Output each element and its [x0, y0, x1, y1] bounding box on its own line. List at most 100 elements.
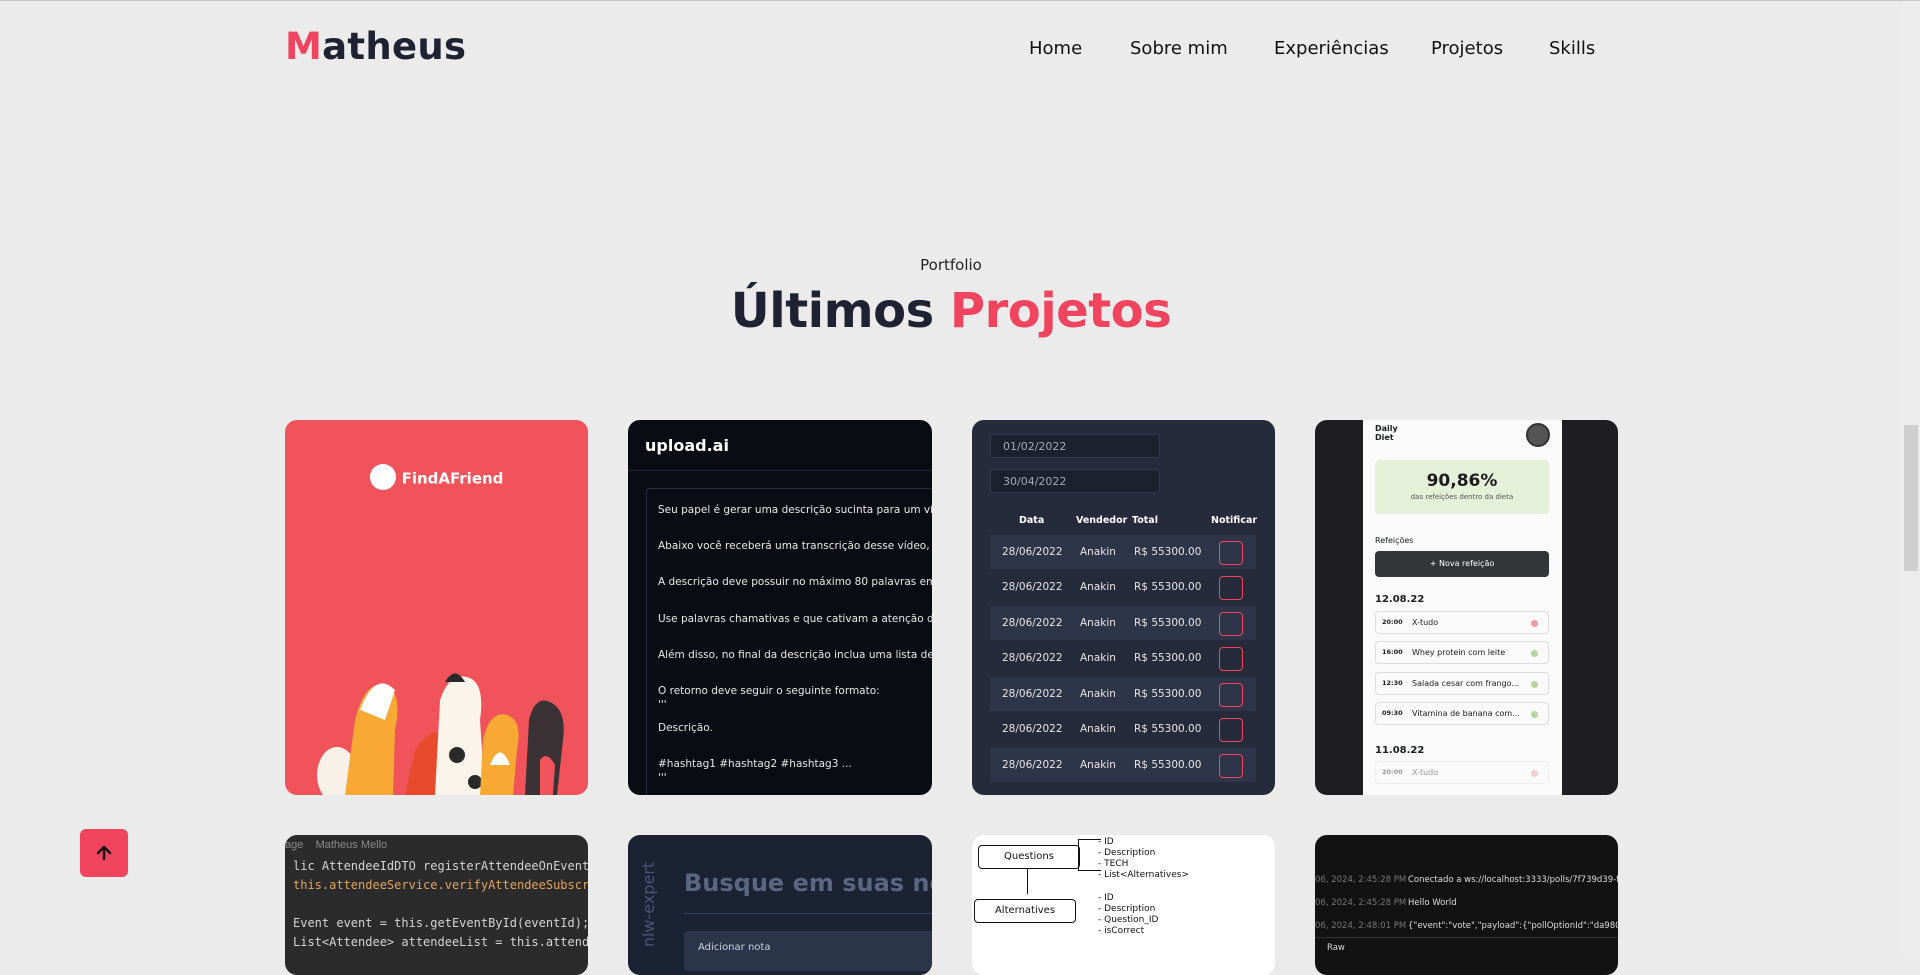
section-eyebrow: Portfolio [920, 256, 982, 274]
cell-date: 28/06/2022 [1002, 688, 1063, 700]
project-card-polls[interactable]: 06, 2024, 2:45:28 PM Conectado a ws://lo… [1315, 835, 1618, 975]
arrow-up-icon [96, 845, 112, 861]
project-card-diagram[interactable]: Questions Alternatives - ID - Descriptio… [972, 835, 1275, 975]
back-to-top-button[interactable] [80, 829, 128, 877]
cell-seller: Anakin [1080, 617, 1116, 629]
table-row: 28/06/2022 Anakin R$ 55300.00 [990, 748, 1256, 782]
notify-icon [1219, 718, 1243, 742]
nav-link-experiencias[interactable]: Experiências [1274, 38, 1389, 59]
logo-initial: M [285, 25, 323, 68]
project-card-passin[interactable]: age Matheus Mello lic AttendeeIdDTO regi… [285, 835, 588, 975]
scrollbar-thumb[interactable] [1904, 425, 1918, 571]
diagram-field: - List<Alternatives> [1098, 870, 1189, 880]
cell-date: 28/06/2022 [1002, 759, 1063, 771]
title-accent: Projetos [949, 283, 1172, 339]
cell-seller: Anakin [1080, 723, 1116, 735]
cell-seller: Anakin [1080, 581, 1116, 593]
table-row: 28/06/2022 Anakin R$ 55300.00 [990, 606, 1256, 640]
meal-name: X-tudo [1412, 768, 1439, 777]
dogs-illustration [317, 673, 564, 795]
prompt-line: O retorno deve seguir o seguinte formato… [658, 685, 880, 697]
status-dot [1531, 711, 1538, 718]
cell-seller: Anakin [1080, 652, 1116, 664]
site-header: Matheus Home Sobre mim Experiências Proj… [0, 1, 1900, 97]
diagram-box-questions: Questions [978, 845, 1080, 869]
diagram-field: - Description [1098, 848, 1156, 858]
table-row: 28/06/2022 Anakin R$ 55300.00 [990, 641, 1256, 675]
prompt-line: Abaixo você receberá uma transcrição des… [658, 540, 932, 552]
log-message: Hello World [1408, 898, 1457, 908]
log-time: 06, 2024, 2:45:28 PM [1315, 875, 1407, 885]
main-nav: Home Sobre mim Experiências Projetos Ski… [1000, 38, 1600, 62]
table-row: 28/06/2022 Anakin R$ 55300.00 [990, 677, 1256, 711]
uploadai-header: upload.ai [628, 420, 932, 471]
cell-date: 28/06/2022 [1002, 652, 1063, 664]
cell-date: 28/06/2022 [1002, 581, 1063, 593]
page-scrollbar[interactable] [1902, 1, 1920, 957]
status-dot [1531, 681, 1538, 688]
table-row: 28/06/2022 Anakin R$ 55300.00 [990, 535, 1256, 569]
uploadai-title: upload.ai [645, 436, 729, 455]
cell-total: R$ 55300.00 [1134, 652, 1202, 664]
meal-item: 16:00 Whey protein com leite [1375, 641, 1549, 664]
site-logo[interactable]: Matheus [285, 25, 466, 68]
status-dot [1531, 650, 1538, 657]
code-tab-label: age [285, 839, 304, 851]
cell-total: R$ 55300.00 [1134, 546, 1202, 558]
meals-label: Refeições [1375, 536, 1414, 545]
dailydiet-logo: Daily Diet [1375, 424, 1398, 442]
diagram-field: - ID [1098, 893, 1114, 903]
title-main: Últimos [730, 283, 934, 339]
prompt-line: Além disso, no final da descrição inclua… [658, 649, 932, 661]
notify-icon [1219, 541, 1243, 565]
meal-time: 20:00 [1382, 768, 1403, 776]
nav-link-projetos[interactable]: Projetos [1431, 38, 1503, 59]
status-dot [1531, 620, 1538, 627]
nav-link-home[interactable]: Home [1029, 38, 1082, 59]
date-start-field: 01/02/2022 [990, 434, 1160, 458]
notify-icon [1219, 647, 1243, 671]
nav-link-sobre-mim[interactable]: Sobre mim [1130, 38, 1228, 59]
meal-item: 09:30 Vitamina de banana com... [1375, 702, 1549, 725]
col-header-vendedor: Vendedor [1076, 515, 1128, 526]
table-row: 28/06/2022 Anakin R$ 55300.00 [990, 712, 1256, 746]
app-name-line1: Daily [1375, 424, 1398, 433]
nav-link-skills[interactable]: Skills [1549, 38, 1595, 59]
code-line: List<Attendee> attendeeList = this.atten… [293, 935, 588, 949]
code-line: lic AttendeeIdDTO registerAttendeeOnEven… [293, 859, 588, 873]
table-row: 28/06/2022 Anakin R$ 55300.00 [990, 570, 1256, 604]
meal-item: 20:00 X-tudo [1375, 611, 1549, 634]
prompt-line: Seu papel é gerar uma descrição sucinta … [658, 504, 932, 516]
cell-total: R$ 55300.00 [1134, 617, 1202, 629]
logo-text: atheus [322, 25, 467, 68]
section-title: Últimos Projetos [0, 283, 1902, 339]
log-time: 06, 2024, 2:45:28 PM [1315, 898, 1407, 908]
meal-item: 12:30 Salada cesar com frango... [1375, 672, 1549, 695]
log-time: 06, 2024, 2:48:01 PM [1315, 921, 1407, 931]
code-line: this.attendeeService.verifyAttendeeSubsc… [293, 878, 588, 892]
cell-total: R$ 55300.00 [1134, 581, 1202, 593]
prompt-textarea [646, 488, 932, 795]
project-card-notes[interactable]: nlw-expert Busque em suas notas Adiciona… [628, 835, 932, 975]
meal-name: Vitamina de banana com... [1412, 709, 1520, 718]
status-dot [1531, 770, 1538, 777]
meal-time: 16:00 [1382, 648, 1403, 656]
phone-screen: Daily Diet 90,86% das refeições dentro d… [1363, 420, 1562, 795]
col-header-notificar: Notificar [1211, 515, 1258, 526]
prompt-line: ''' [658, 772, 667, 784]
diagram-fields-alternatives: - ID - Description - Question_ID - isCor… [1098, 893, 1158, 937]
prompt-line: A descrição deve possuir no máximo 80 pa… [658, 576, 932, 588]
log-message: {"event":"vote","payload":{"pollOptionId… [1408, 921, 1618, 931]
day-heading: 12.08.22 [1375, 594, 1425, 605]
notes-side-logo: nlw-expert [639, 861, 659, 948]
day-heading: 11.08.22 [1375, 745, 1425, 756]
project-card-dailydiet[interactable]: Daily Diet 90,86% das refeições dentro d… [1315, 420, 1618, 795]
meal-name: X-tudo [1412, 618, 1439, 627]
prompt-line: Descrição. [658, 722, 713, 734]
cell-seller: Anakin [1080, 546, 1116, 558]
project-card-uploadai[interactable]: upload.ai Seu papel é gerar uma descriçã… [628, 420, 932, 795]
project-card-sales[interactable]: 01/02/2022 30/04/2022 Data Vendedor Tota… [972, 420, 1275, 795]
project-card-findafriend[interactable]: FindAFriend [285, 420, 588, 795]
divider [1315, 937, 1618, 938]
diagram-field: - isCorrect [1098, 926, 1145, 936]
